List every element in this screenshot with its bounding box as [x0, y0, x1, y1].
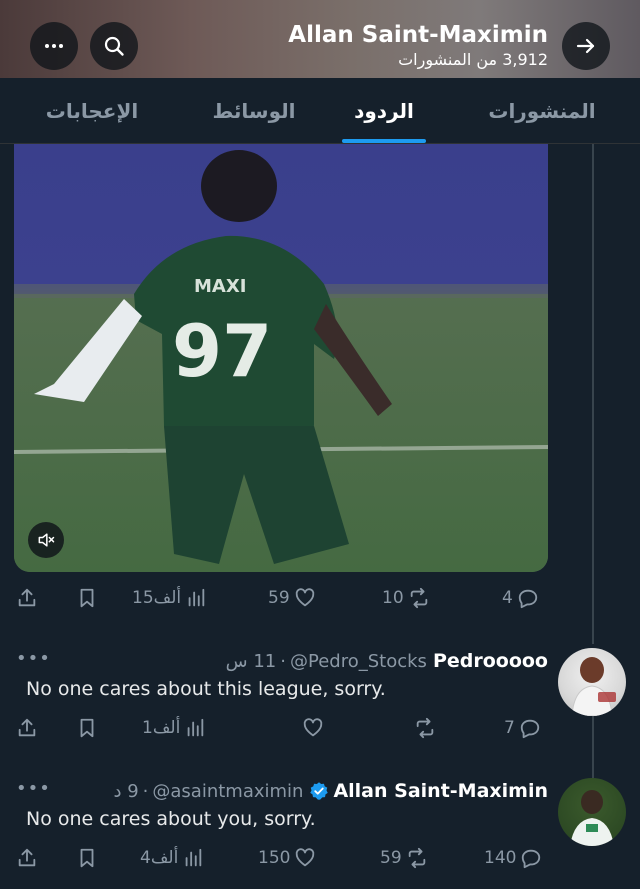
views-button[interactable]: 1ألف: [142, 710, 206, 746]
avatar[interactable]: [558, 648, 626, 716]
share-icon: [18, 718, 36, 737]
search-button[interactable]: [90, 22, 138, 70]
reposts-count: 59: [380, 848, 402, 868]
author-name[interactable]: Allan Saint-Maximin: [333, 780, 548, 802]
jersey-number: 97: [172, 309, 272, 393]
reply-button[interactable]: 140: [484, 840, 542, 876]
repost-button[interactable]: 10: [382, 580, 430, 616]
tab-replies[interactable]: الردود: [330, 78, 438, 144]
speaker-muted-icon: [38, 533, 55, 547]
tab-posts[interactable]: المنشورات: [470, 78, 614, 144]
separator-dot: ·: [142, 780, 149, 802]
repost-button[interactable]: [410, 710, 436, 746]
bookmark-icon: [80, 588, 94, 608]
tweet-action-bar: 4ألف 150 59 140: [0, 840, 560, 876]
tab-likes[interactable]: الإعجابات: [30, 78, 154, 144]
like-button[interactable]: [298, 710, 324, 746]
views-button[interactable]: 4ألف: [140, 840, 204, 876]
author-name[interactable]: Pedrooooo: [433, 650, 548, 672]
reply-button[interactable]: 4: [502, 580, 539, 616]
repost-button[interactable]: 59: [380, 840, 428, 876]
share-button[interactable]: [16, 580, 38, 616]
reply-bubble-icon: [522, 849, 541, 869]
more-horizontal-icon: [45, 44, 63, 48]
like-button[interactable]: 150: [258, 840, 316, 876]
reply-bubble-icon: [518, 589, 537, 609]
more-options-button[interactable]: [30, 22, 78, 70]
likes-count: 150: [258, 848, 291, 868]
jersey-text: MAXI: [194, 276, 246, 297]
tweet-more-button[interactable]: •••: [16, 648, 51, 669]
thread-line: [592, 716, 594, 778]
tweet-text: No one cares about this league, sorry.: [26, 678, 386, 700]
search-icon: [104, 36, 124, 56]
tweet-header: Allan Saint-Maximin @asaintmaximin · 9 د: [113, 778, 548, 804]
bookmark-icon: [80, 718, 94, 738]
bookmark-icon: [80, 848, 94, 868]
avatar[interactable]: [558, 778, 626, 846]
repost-icon: [416, 717, 434, 739]
author-handle[interactable]: @Pedro_Stocks: [290, 651, 427, 672]
back-button[interactable]: [562, 22, 610, 70]
share-button[interactable]: [16, 840, 38, 876]
views-count: 15ألف: [132, 588, 182, 608]
thread-line: [592, 144, 594, 644]
active-tab-indicator: [342, 139, 426, 143]
separator-dot: ·: [280, 650, 286, 672]
player-figure: MAXI 97: [14, 150, 548, 572]
views-chart-icon: [188, 718, 204, 737]
tweet-time[interactable]: 9 د: [113, 781, 138, 802]
avatar-image: [570, 790, 614, 846]
tweet-time[interactable]: 11 س: [226, 651, 277, 672]
mute-toggle-button[interactable]: [28, 522, 64, 558]
bookmark-button[interactable]: [76, 710, 98, 746]
post-action-bar: 15ألف 59 10 4: [0, 580, 560, 616]
arrow-right-icon: [576, 38, 595, 54]
avatar-image: [571, 657, 616, 716]
profile-name: Allan Saint-Maximin: [288, 22, 548, 48]
views-count: 1ألف: [142, 718, 181, 738]
replies-count: 140: [484, 848, 517, 868]
post-count: 3,912 من المنشورات: [398, 50, 548, 69]
views-chart-icon: [186, 848, 202, 867]
views-button[interactable]: 15ألف: [132, 580, 207, 616]
bookmark-button[interactable]: [76, 840, 98, 876]
profile-header-banner: Allan Saint-Maximin 3,912 من المنشورات: [0, 0, 640, 78]
reply-button[interactable]: 7: [504, 710, 541, 746]
share-button[interactable]: [16, 710, 38, 746]
video-player[interactable]: MAXI 97: [14, 144, 548, 572]
profile-tabs: المنشورات الردود الوسائط الإعجابات: [0, 78, 640, 144]
tweet-action-bar: 1ألف 7: [0, 710, 560, 746]
tweet-more-button[interactable]: •••: [16, 778, 51, 799]
reply-bubble-icon: [520, 719, 539, 739]
tab-media[interactable]: الوسائط: [196, 78, 312, 144]
reposts-count: 10: [382, 588, 404, 608]
heart-icon: [303, 718, 323, 737]
tweet-header: Pedrooooo @Pedro_Stocks · 11 س: [226, 648, 548, 674]
verified-badge-icon: [310, 782, 329, 800]
repost-icon: [410, 587, 427, 609]
replies-count: 7: [504, 718, 515, 738]
views-count: 4ألف: [140, 848, 179, 868]
likes-count: 59: [268, 588, 290, 608]
share-icon: [18, 588, 36, 607]
heart-icon: [296, 848, 315, 867]
replies-count: 4: [502, 588, 513, 608]
bookmark-button[interactable]: [76, 580, 98, 616]
like-button[interactable]: 59: [268, 580, 316, 616]
share-icon: [18, 848, 36, 867]
author-handle[interactable]: @asaintmaximin: [152, 781, 303, 802]
repost-icon: [408, 847, 425, 869]
tweet-text: No one cares about you, sorry.: [26, 808, 316, 830]
views-chart-icon: [188, 588, 205, 607]
heart-icon: [295, 588, 314, 607]
